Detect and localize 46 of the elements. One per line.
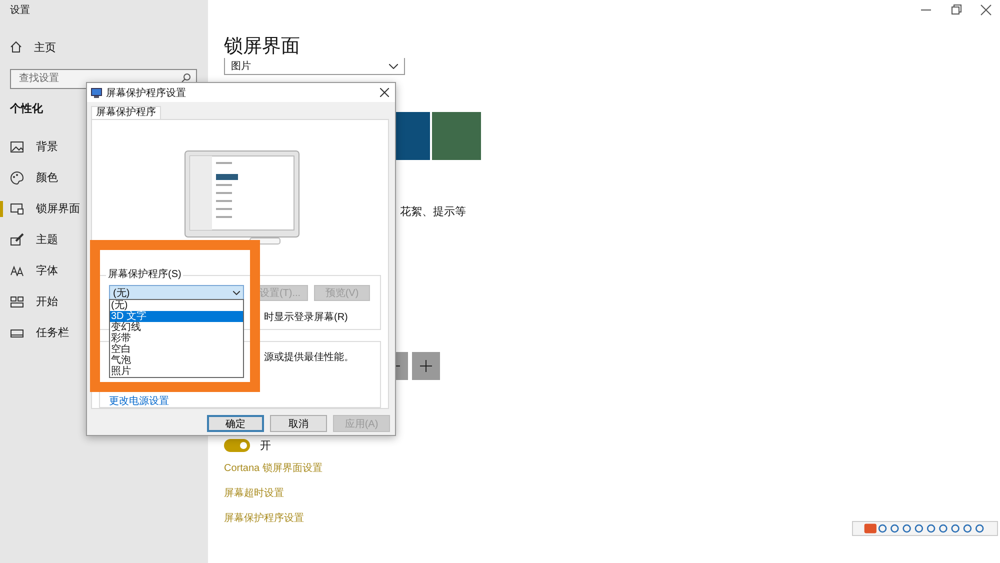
dropdown-option[interactable]: 3D 文字: [110, 311, 243, 322]
power-text: 源或提供最佳性能。: [264, 352, 354, 364]
chevron-icon: [389, 64, 398, 68]
chevron-icon: [233, 290, 240, 294]
dropdown-option[interactable]: 空白: [110, 344, 243, 355]
home-icon: [10, 41, 22, 53]
screensaver-select[interactable]: (无): [109, 285, 244, 300]
sidebar-item[interactable]: 字体: [0, 255, 66, 286]
lock-icon: [10, 202, 24, 216]
background-select[interactable]: 图片: [224, 58, 405, 75]
page-title: 锁屏界面: [224, 35, 301, 59]
close-button[interactable]: [377, 86, 391, 100]
dialog-button[interactable]: 确定: [207, 415, 264, 432]
dialog-tab[interactable]: 屏幕保护程序: [91, 106, 161, 119]
dialog-title: 屏幕保护程序设置: [106, 86, 187, 100]
sidebar-item[interactable]: 任务栏: [0, 317, 77, 348]
sidebar-item[interactable]: 锁屏界面: [0, 193, 88, 224]
picture-icon: [10, 140, 24, 154]
sidebar-item[interactable]: 背景: [0, 131, 66, 162]
toggle-label: 开: [260, 438, 271, 452]
dropdown-option[interactable]: 气泡: [110, 355, 243, 366]
search-icon[interactable]: [181, 73, 191, 83]
power-settings-link[interactable]: 更改电源设置: [109, 396, 169, 408]
sidebar-item[interactable]: 颜色: [0, 162, 66, 193]
brush-icon: [10, 232, 24, 246]
plus-icon: [420, 360, 432, 372]
start-icon: [10, 294, 24, 308]
dropdown-option[interactable]: 照片: [110, 366, 243, 377]
dropdown-option[interactable]: 变幻线: [110, 322, 243, 333]
ime-toolbar[interactable]: [852, 521, 998, 536]
add-button[interactable]: [412, 352, 440, 380]
sidebar-item[interactable]: 主题: [0, 224, 66, 255]
home-link[interactable]: 主页: [34, 40, 56, 54]
palette-icon: [10, 170, 24, 184]
sidebar-item[interactable]: 开始: [0, 286, 66, 317]
section-heading: 个性化: [10, 102, 43, 117]
dialog-button[interactable]: 取消: [270, 415, 327, 432]
description-text: 花絮、提示等: [400, 205, 467, 220]
group-label: 屏幕保护程序(S): [106, 269, 184, 281]
window-title: 设置: [10, 4, 31, 18]
toggle-switch[interactable]: [224, 438, 250, 452]
dropdown-option[interactable]: 彩带: [110, 333, 243, 344]
monitor-icon: [91, 88, 102, 98]
dropdown-option[interactable]: (无): [110, 300, 243, 311]
checkbox-label: 时显示登录屏幕(R): [264, 312, 348, 324]
font-icon: [10, 264, 24, 278]
